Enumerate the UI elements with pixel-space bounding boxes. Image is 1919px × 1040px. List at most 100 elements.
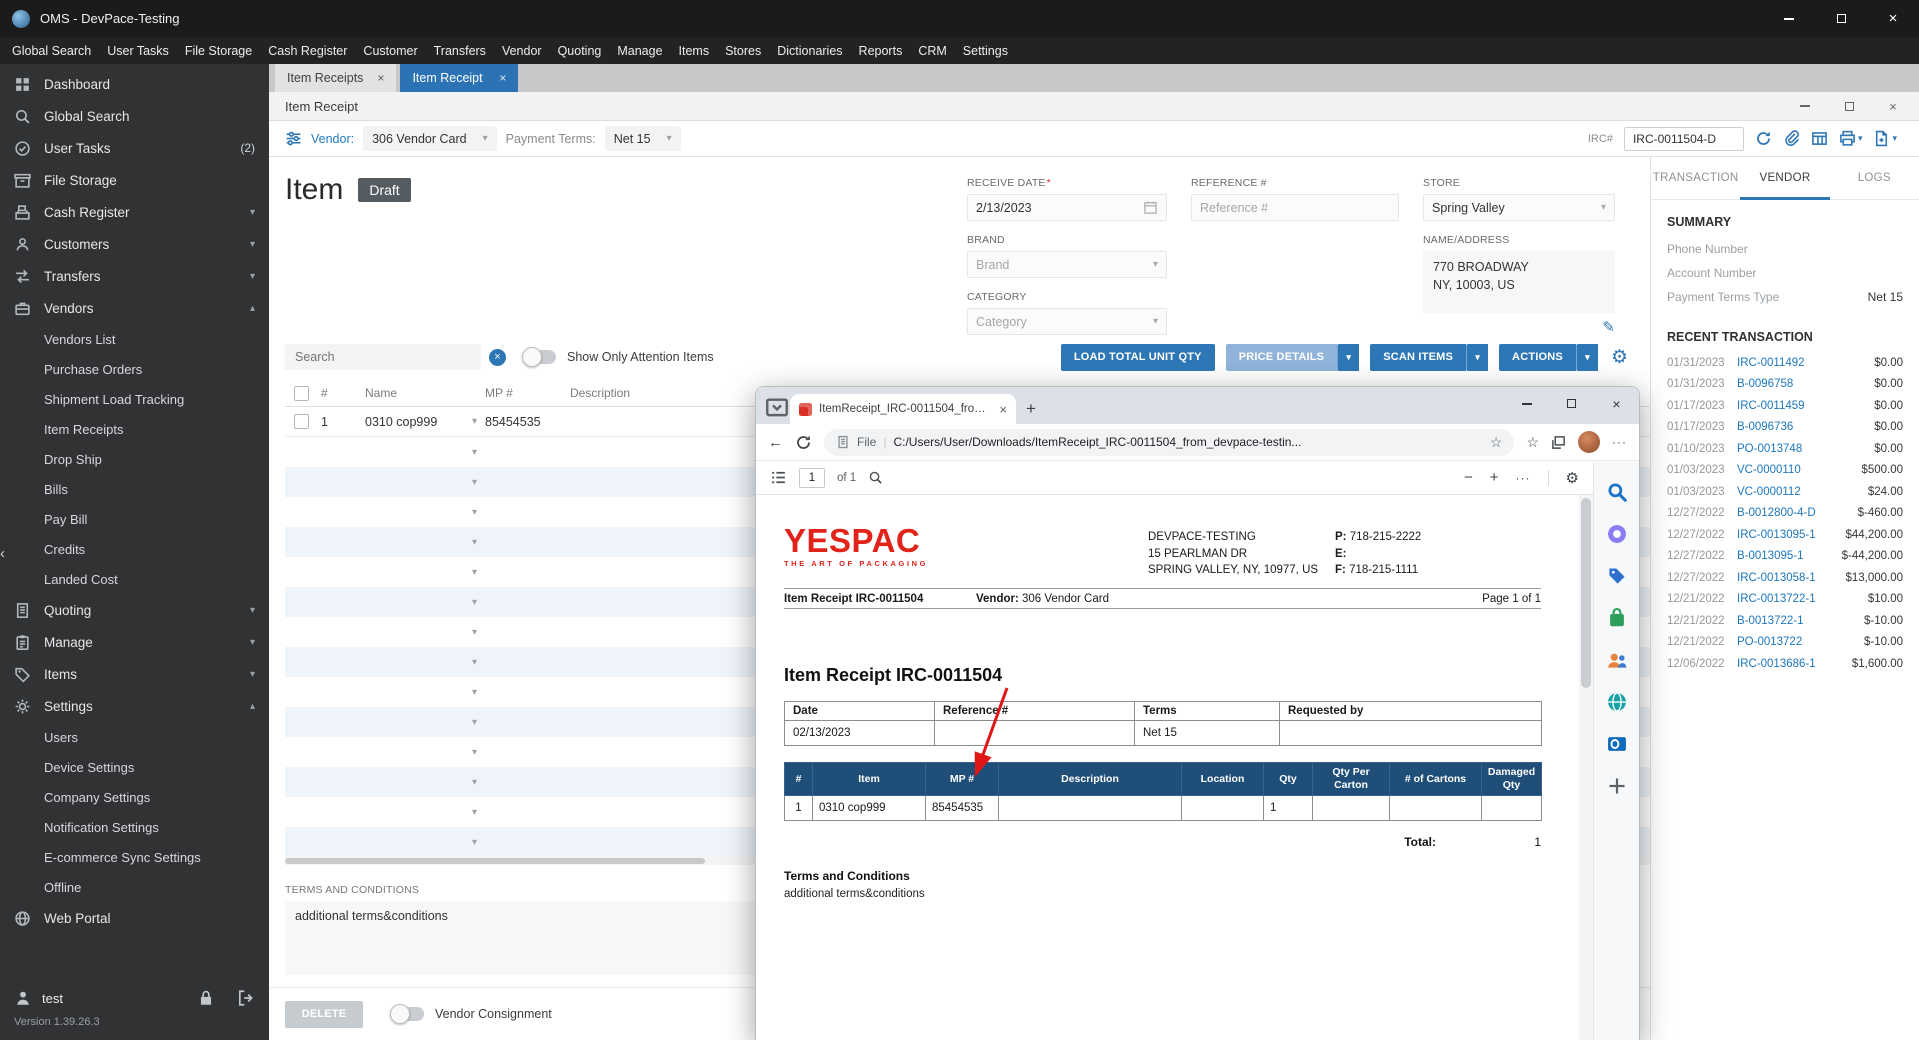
- irc-input[interactable]: [1623, 126, 1744, 151]
- price-details-button[interactable]: PRICE DETAILS: [1225, 343, 1338, 371]
- grid-cell-name[interactable]: ▾: [365, 657, 485, 668]
- lock-icon[interactable]: [197, 989, 215, 1007]
- load-total-unit-qty-button[interactable]: LOAD TOTAL UNIT QTY: [1060, 343, 1215, 371]
- transaction-link[interactable]: IRC-0013095-1: [1737, 529, 1816, 541]
- collections-icon[interactable]: [1551, 435, 1566, 450]
- people-icon[interactable]: [1606, 649, 1628, 671]
- copilot-icon[interactable]: [1606, 523, 1628, 545]
- inner-close-button[interactable]: ×: [1871, 99, 1915, 114]
- reference-input[interactable]: Reference #: [1191, 194, 1399, 221]
- pdf-settings-icon[interactable]: ⚙: [1566, 469, 1579, 487]
- sidebar-subitem-offline[interactable]: Offline: [0, 872, 269, 902]
- sidebar-subitem-vendors-list[interactable]: Vendors List: [0, 324, 269, 354]
- sidebar-subitem-company-settings[interactable]: Company Settings: [0, 782, 269, 812]
- payment-terms-select[interactable]: Net 15 ▾: [604, 126, 681, 151]
- grid-cell-name[interactable]: ▾: [365, 717, 485, 728]
- grid-cell-name[interactable]: 0310 cop999 ▾: [365, 415, 485, 429]
- sidebar-item-manage[interactable]: Manage ▾: [0, 626, 269, 658]
- calendar-icon[interactable]: [1143, 200, 1158, 215]
- app-close-button[interactable]: ×: [1867, 0, 1919, 37]
- scan-items-dropdown[interactable]: ▾: [1466, 343, 1489, 371]
- transaction-link[interactable]: PO-0013722: [1737, 636, 1802, 648]
- sidebar-subitem-drop-ship[interactable]: Drop Ship: [0, 444, 269, 474]
- pdf-scrollbar[interactable]: [1579, 495, 1593, 1040]
- grid-cell-name[interactable]: ▾: [365, 447, 485, 458]
- sidebar-subitem-landed-cost[interactable]: Landed Cost: [0, 564, 269, 594]
- grid-cell-name[interactable]: ▾: [365, 537, 485, 548]
- chevron-down-icon[interactable]: ▾: [472, 537, 477, 548]
- transaction-link[interactable]: B-0096758: [1737, 378, 1793, 390]
- transaction-link[interactable]: VC-0000112: [1737, 486, 1801, 498]
- sidebar-subitem-device-settings[interactable]: Device Settings: [0, 752, 269, 782]
- transaction-link[interactable]: IRC-0013722-1: [1737, 593, 1816, 605]
- add-favorite-icon[interactable]: ☆: [1490, 434, 1503, 451]
- menu-item-crm[interactable]: CRM: [910, 37, 954, 64]
- menu-item-reports[interactable]: Reports: [851, 37, 911, 64]
- app-maximize-button[interactable]: [1815, 0, 1867, 37]
- grid-cell-name[interactable]: ▾: [365, 807, 485, 818]
- tab-item-receipt[interactable]: Item Receipt ×: [400, 64, 519, 92]
- sidebar-item-settings[interactable]: Settings ▴: [0, 690, 269, 722]
- transaction-link[interactable]: B-0096736: [1737, 421, 1793, 433]
- transaction-link[interactable]: IRC-0013686-1: [1737, 658, 1816, 670]
- tab-vendor[interactable]: VENDOR: [1740, 157, 1830, 200]
- menu-item-transfers[interactable]: Transfers: [426, 37, 494, 64]
- chevron-down-icon[interactable]: ▾: [472, 627, 477, 638]
- new-tab-button[interactable]: +: [1026, 400, 1036, 417]
- grid-cell-name[interactable]: ▾: [365, 837, 485, 848]
- pdf-thumbnails-icon[interactable]: [770, 469, 787, 486]
- sidebar-item-user-tasks[interactable]: User Tasks (2): [0, 132, 269, 164]
- sidebar-item-transfers[interactable]: Transfers ▾: [0, 260, 269, 292]
- tab-item-receipts[interactable]: Item Receipts ×: [275, 64, 397, 92]
- address-bar[interactable]: File | C:/Users/User/Downloads/ItemRecei…: [824, 428, 1515, 456]
- tab-close-icon[interactable]: ×: [377, 71, 384, 85]
- price-details-dropdown[interactable]: ▾: [1337, 343, 1360, 371]
- transaction-link[interactable]: B-0013095-1: [1737, 550, 1804, 562]
- sidebar-subitem-e-commerce-sync-settings[interactable]: E-commerce Sync Settings: [0, 842, 269, 872]
- menu-item-stores[interactable]: Stores: [717, 37, 769, 64]
- grid-cell-name[interactable]: ▾: [365, 687, 485, 698]
- sidebar-item-file-storage[interactable]: File Storage: [0, 164, 269, 196]
- menu-item-quoting[interactable]: Quoting: [550, 37, 610, 64]
- menu-item-global-search[interactable]: Global Search: [4, 37, 99, 64]
- browser-menu-icon[interactable]: ···: [1612, 435, 1627, 449]
- tab-close-icon[interactable]: ×: [499, 71, 506, 85]
- menu-item-cash-register[interactable]: Cash Register: [260, 37, 355, 64]
- sidebar-item-customers[interactable]: Customers ▾: [0, 228, 269, 260]
- scan-items-button[interactable]: SCAN ITEMS: [1370, 343, 1467, 371]
- pdf-zoom-out-icon[interactable]: −: [1464, 469, 1473, 486]
- inner-restore-button[interactable]: [1827, 101, 1871, 111]
- pdf-zoom-in-icon[interactable]: +: [1490, 469, 1499, 486]
- add-icon[interactable]: [1606, 775, 1628, 797]
- outlook-icon[interactable]: [1606, 733, 1628, 755]
- transaction-link[interactable]: IRC-0011459: [1737, 400, 1805, 412]
- receive-date-input[interactable]: 2/13/2023: [967, 194, 1167, 221]
- grid-cell-name[interactable]: ▾: [365, 567, 485, 578]
- sidebar-item-dashboard[interactable]: Dashboard: [0, 68, 269, 100]
- transaction-link[interactable]: IRC-0013058-1: [1737, 572, 1816, 584]
- chevron-down-icon[interactable]: ▾: [472, 447, 477, 458]
- chevron-down-icon[interactable]: ▾: [472, 747, 477, 758]
- sidebar-item-web-portal[interactable]: Web Portal: [0, 902, 269, 934]
- pdf-search-icon[interactable]: [868, 470, 883, 485]
- sidebar-subitem-item-receipts[interactable]: Item Receipts: [0, 414, 269, 444]
- chevron-down-icon[interactable]: ▾: [472, 507, 477, 518]
- globe-icon[interactable]: [1606, 691, 1628, 713]
- shopping-tag-icon[interactable]: [1606, 565, 1628, 587]
- delete-button[interactable]: DELETE: [285, 1000, 363, 1028]
- sidebar-subitem-pay-bill[interactable]: Pay Bill: [0, 504, 269, 534]
- tab-logs[interactable]: LOGS: [1830, 157, 1919, 199]
- pdf-more-icon[interactable]: ···: [1516, 471, 1531, 485]
- grid-cell-name[interactable]: ▾: [365, 597, 485, 608]
- transaction-link[interactable]: B-0012800-4-D: [1737, 507, 1816, 519]
- browser-back-icon[interactable]: ←: [768, 434, 783, 451]
- tab-list-icon[interactable]: [764, 393, 790, 421]
- select-all-checkbox[interactable]: [294, 385, 309, 401]
- vendor-consignment-toggle[interactable]: [390, 1004, 424, 1024]
- transaction-link[interactable]: IRC-0011492: [1737, 357, 1805, 369]
- sidebar-subitem-purchase-orders[interactable]: Purchase Orders: [0, 354, 269, 384]
- browser-minimize-button[interactable]: [1504, 387, 1549, 420]
- browser-refresh-icon[interactable]: [795, 434, 812, 451]
- inner-minimize-button[interactable]: [1783, 105, 1827, 107]
- grid-cell-name[interactable]: ▾: [365, 507, 485, 518]
